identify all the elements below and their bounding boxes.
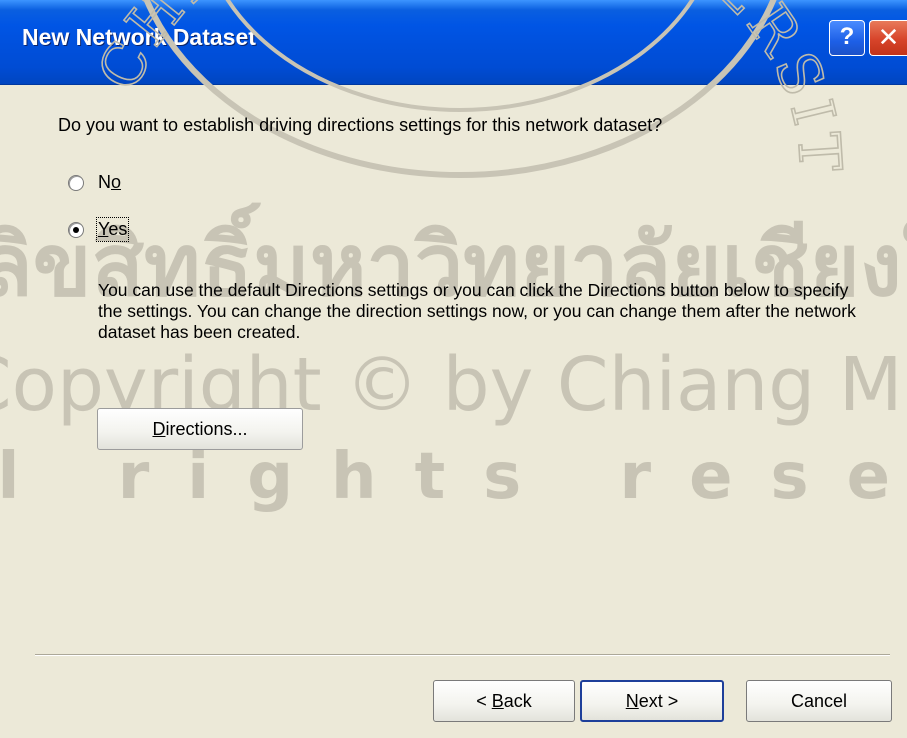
window-title: New Network Dataset	[22, 24, 256, 50]
watermark-rights: All rights reserved	[0, 440, 907, 514]
radio-yes-circle[interactable]	[68, 222, 84, 238]
dialog-window: New Network Dataset ? ✕ CHIANG MAI UNIVE…	[0, 0, 907, 738]
close-button[interactable]: ✕	[869, 20, 907, 56]
close-icon: ✕	[877, 22, 900, 52]
info-text: You can use the default Directions setti…	[98, 280, 856, 342]
back-button[interactable]: < Back	[433, 680, 575, 722]
radio-yes-label[interactable]: Yes	[95, 217, 130, 242]
watermark: CHIANG MAI UNIVERSITY ลิขสิทธิ์มหาวิทยาล…	[0, 0, 907, 514]
help-icon: ?	[839, 23, 855, 50]
title-bar[interactable]: New Network Dataset ? ✕	[0, 0, 907, 85]
radio-no-label[interactable]: No	[98, 172, 121, 193]
directions-button[interactable]: Directions...	[97, 408, 303, 450]
cancel-button[interactable]: Cancel	[746, 680, 892, 722]
radio-no-circle[interactable]	[68, 175, 84, 191]
next-button[interactable]: Next >	[580, 680, 724, 722]
footer-separator	[35, 654, 890, 656]
help-button[interactable]: ?	[829, 20, 865, 56]
question-label: Do you want to establish driving directi…	[58, 115, 663, 135]
